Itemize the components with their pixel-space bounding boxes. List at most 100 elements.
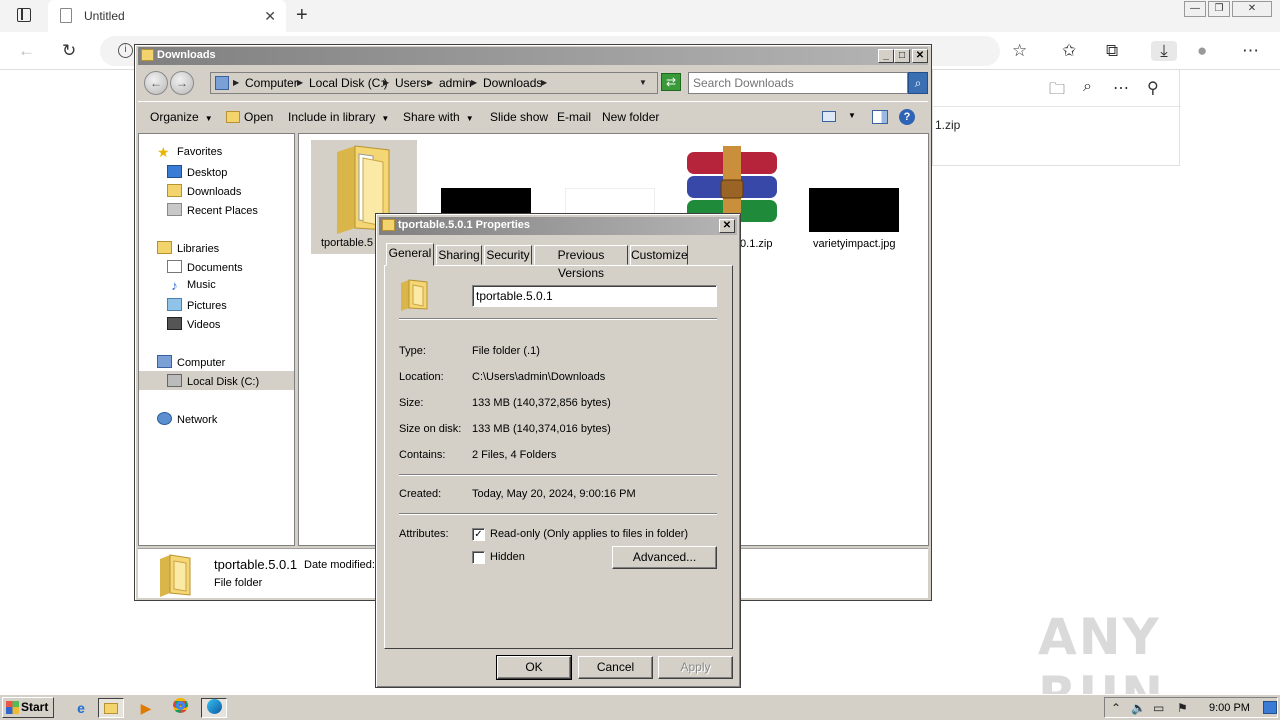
more-icon[interactable]: ⋯ bbox=[1242, 41, 1259, 61]
collections-icon[interactable]: ⧉ bbox=[1106, 41, 1118, 61]
chevron-right-icon[interactable]: ▶ bbox=[233, 78, 239, 87]
properties-title-bar[interactable]: tportable.5.0.1 Properties ✕ bbox=[379, 217, 737, 235]
nav-videos[interactable]: Videos bbox=[167, 317, 220, 331]
image-thumbnail[interactable] bbox=[809, 188, 899, 232]
profile-icon[interactable]: ● bbox=[1197, 41, 1207, 61]
tab-security[interactable]: Security bbox=[484, 245, 532, 265]
internet-explorer-icon[interactable]: e bbox=[68, 698, 94, 718]
favorites-icon[interactable]: ✩ bbox=[1062, 41, 1076, 61]
site-info-icon[interactable]: i bbox=[118, 43, 133, 58]
nav-documents[interactable]: Documents bbox=[167, 260, 243, 274]
help-icon[interactable]: ? bbox=[899, 109, 915, 125]
maximize-button[interactable]: □ bbox=[894, 49, 910, 63]
back-button[interactable]: ← bbox=[144, 71, 168, 95]
documents-icon bbox=[167, 260, 182, 273]
share-with-menu[interactable]: Share with ▼ bbox=[403, 110, 474, 124]
nav-pictures[interactable]: Pictures bbox=[167, 298, 227, 312]
folder-name-field[interactable] bbox=[472, 285, 717, 307]
explorer-title-bar[interactable]: Downloads _ □ ✕ bbox=[138, 47, 928, 65]
readonly-checkbox[interactable]: ✓ bbox=[472, 528, 485, 541]
browser-tab[interactable]: Untitled ✕ bbox=[48, 0, 286, 32]
downloads-icon[interactable]: ⤓ bbox=[1151, 41, 1177, 61]
open-button[interactable]: Open bbox=[226, 110, 273, 124]
tab-previous-versions[interactable]: Previous Versions bbox=[534, 245, 628, 280]
clock[interactable]: 9:00 PM bbox=[1209, 702, 1250, 714]
show-hidden-icons[interactable]: ⌃ bbox=[1111, 701, 1121, 715]
refresh-button[interactable]: ⇄ bbox=[661, 73, 681, 91]
breadcrumb-item[interactable]: admin bbox=[439, 76, 472, 90]
open-folder-icon[interactable]: 🗀 bbox=[1049, 78, 1065, 105]
start-button[interactable]: Start bbox=[2, 697, 54, 718]
chevron-right-icon[interactable]: ▶ bbox=[541, 78, 547, 87]
minimize-button[interactable]: _ bbox=[878, 49, 894, 63]
hidden-checkbox[interactable] bbox=[472, 551, 485, 564]
file-name[interactable]: .0.1.zip bbox=[737, 238, 772, 250]
show-desktop-icon[interactable] bbox=[1263, 701, 1277, 714]
breadcrumb-item[interactable]: Downloads bbox=[483, 76, 542, 90]
new-folder-button[interactable]: New folder bbox=[602, 110, 659, 124]
hidden-label[interactable]: Hidden bbox=[490, 551, 525, 563]
refresh-icon[interactable]: ↻ bbox=[62, 41, 76, 61]
forward-button[interactable]: → bbox=[170, 71, 194, 95]
nav-local-disk[interactable]: Local Disk (C:) bbox=[139, 371, 294, 390]
add-favorite-icon[interactable]: ☆ bbox=[1012, 41, 1027, 61]
advanced-button[interactable]: Advanced... bbox=[612, 546, 717, 569]
breadcrumb-item[interactable]: Users bbox=[395, 76, 426, 90]
folder-name-input[interactable] bbox=[476, 289, 706, 303]
cancel-button[interactable]: Cancel bbox=[578, 656, 653, 679]
pin-icon[interactable]: ⚲ bbox=[1147, 78, 1159, 98]
apply-button[interactable]: Apply bbox=[658, 656, 733, 679]
explorer-taskbar-icon[interactable] bbox=[98, 698, 124, 718]
tab-sharing[interactable]: Sharing bbox=[436, 245, 482, 265]
tab-general[interactable]: General bbox=[386, 243, 434, 266]
tab-actions-icon[interactable] bbox=[17, 8, 31, 22]
chevron-right-icon[interactable]: ▶ bbox=[427, 78, 433, 87]
nav-downloads[interactable]: Downloads bbox=[167, 184, 241, 198]
nav-libraries[interactable]: Libraries bbox=[157, 241, 219, 255]
edge-icon[interactable] bbox=[201, 698, 227, 718]
slide-show-button[interactable]: Slide show bbox=[490, 110, 548, 124]
chevron-right-icon[interactable]: ▶ bbox=[471, 78, 477, 87]
nav-network[interactable]: Network bbox=[157, 412, 217, 426]
restore-button[interactable]: ❐ bbox=[1208, 1, 1230, 17]
breadcrumb-item[interactable]: Computer bbox=[245, 76, 298, 90]
volume-icon[interactable]: 🔈 bbox=[1131, 701, 1146, 715]
search-input[interactable] bbox=[693, 75, 883, 91]
chevron-down-icon[interactable]: ▼ bbox=[639, 78, 647, 87]
nav-computer[interactable]: Computer bbox=[157, 355, 225, 369]
readonly-label[interactable]: Read-only (Only applies to files in fold… bbox=[490, 528, 688, 540]
network-icon[interactable]: ▭ bbox=[1153, 701, 1164, 715]
file-name[interactable]: varietyimpact.jpg bbox=[813, 238, 896, 250]
include-in-library-menu[interactable]: Include in library ▼ bbox=[288, 110, 389, 124]
breadcrumb[interactable]: ▶ Computer ▶ Local Disk (C:) ▶ Users ▶ a… bbox=[210, 72, 658, 94]
chevron-right-icon[interactable]: ▶ bbox=[383, 78, 389, 87]
download-item-filename[interactable]: 1.zip bbox=[935, 118, 960, 132]
chrome-icon[interactable] bbox=[167, 698, 193, 718]
chevron-down-icon[interactable]: ▼ bbox=[848, 111, 856, 120]
new-tab-button[interactable]: + bbox=[296, 4, 308, 27]
email-button[interactable]: E-mail bbox=[557, 110, 591, 124]
nav-recent-places[interactable]: Recent Places bbox=[167, 203, 258, 217]
nav-favorites[interactable]: ★ Favorites bbox=[157, 145, 222, 159]
preview-pane-icon[interactable] bbox=[872, 110, 888, 124]
tab-customize[interactable]: Customize bbox=[630, 245, 688, 265]
close-button[interactable]: ✕ bbox=[719, 219, 735, 233]
organize-menu[interactable]: Organize ▼ bbox=[150, 110, 213, 124]
close-tab-icon[interactable]: ✕ bbox=[264, 8, 276, 25]
more-options-icon[interactable]: ⋯ bbox=[1113, 78, 1129, 98]
action-center-flag-icon[interactable]: ⚑ bbox=[1177, 701, 1188, 715]
nav-desktop[interactable]: Desktop bbox=[167, 165, 227, 179]
ok-button[interactable]: OK bbox=[496, 655, 572, 680]
views-icon[interactable] bbox=[822, 111, 836, 122]
close-button[interactable]: ✕ bbox=[912, 49, 928, 63]
back-icon[interactable]: ← bbox=[18, 41, 35, 61]
chevron-right-icon[interactable]: ▶ bbox=[297, 78, 303, 87]
breadcrumb-item[interactable]: Local Disk (C:) bbox=[309, 76, 388, 90]
media-player-icon[interactable]: ▶ bbox=[133, 698, 159, 718]
nav-music[interactable]: ♪ Music bbox=[167, 279, 215, 292]
close-button[interactable]: ✕ bbox=[1232, 1, 1272, 17]
minimize-button[interactable]: — bbox=[1184, 1, 1206, 17]
search-field[interactable] bbox=[688, 72, 908, 94]
search-icon[interactable]: ⌕ bbox=[908, 72, 928, 94]
search-icon[interactable]: ⌕ bbox=[1083, 78, 1092, 96]
